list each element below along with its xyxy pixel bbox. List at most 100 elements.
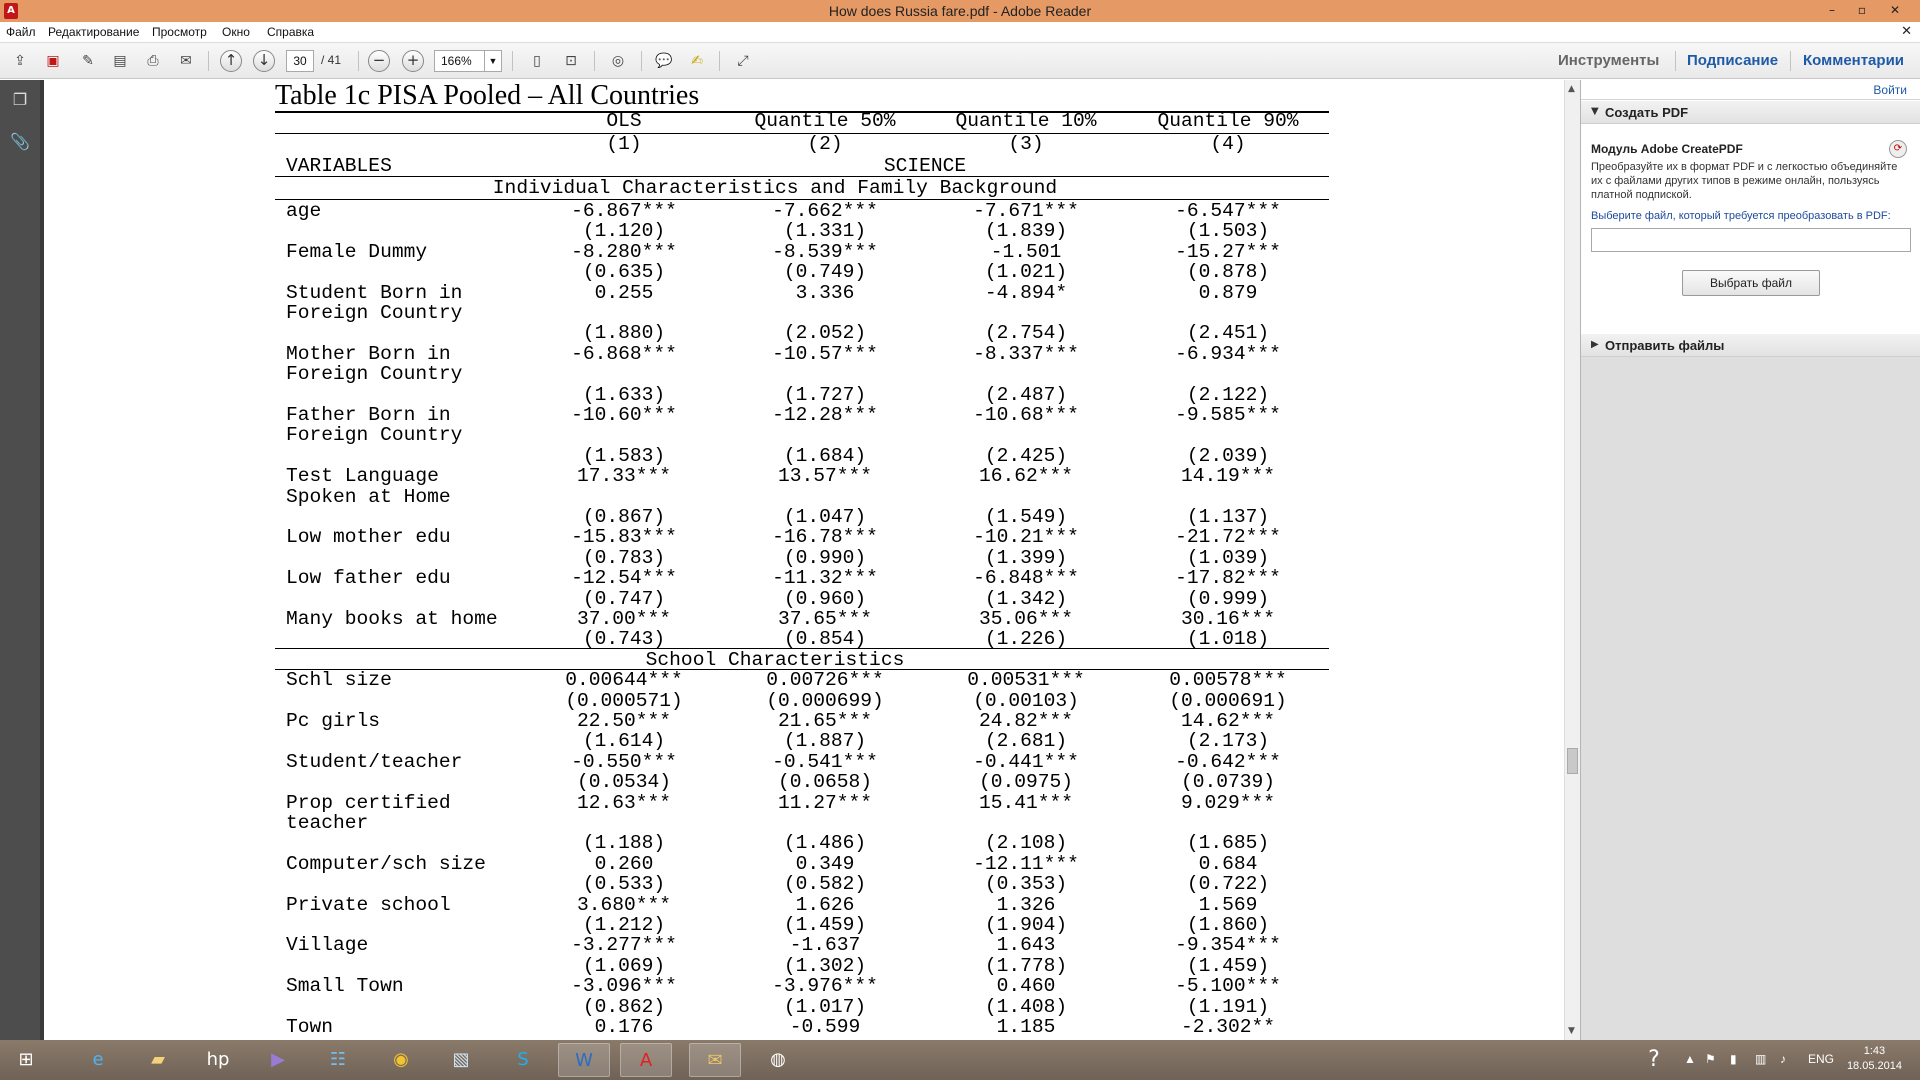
- coefficient: -0.441***: [973, 750, 1079, 773]
- tray-chevron-icon[interactable]: ▲: [1684, 1052, 1696, 1066]
- standard-error: (0.999): [1186, 587, 1270, 610]
- document-view[interactable]: Table 1c PISA Pooled – All Countries OLS…: [44, 80, 1564, 1040]
- variable-label: Foreign Country: [286, 302, 463, 324]
- coefficient: 15.41***: [978, 791, 1074, 814]
- create-pdf-header[interactable]: ▼ Создать PDF: [1581, 100, 1920, 124]
- scroll-down-icon[interactable]: ▼: [1568, 1026, 1575, 1036]
- standard-error: (0.862): [582, 995, 666, 1018]
- coefficient: 12.63***: [576, 791, 672, 814]
- minimize-button[interactable]: –: [1817, 0, 1847, 22]
- zoom-input[interactable]: 166%: [434, 50, 488, 72]
- flag-icon[interactable]: ⚑: [1705, 1052, 1716, 1066]
- help-icon[interactable]: ?: [1628, 1043, 1680, 1077]
- zoom-in-icon[interactable]: +: [402, 50, 424, 72]
- coefficient: -5.100***: [1175, 975, 1281, 998]
- comments-link[interactable]: Комментарии: [1803, 52, 1904, 69]
- file-explorer-icon[interactable]: ▰: [132, 1043, 184, 1077]
- window-titlebar: A How does Russia fare.pdf - Adobe Reade…: [0, 0, 1920, 22]
- start-icon[interactable]: ⊞: [0, 1043, 52, 1077]
- variable-label: teacher: [286, 812, 369, 834]
- column-header: Quantile 10%: [955, 110, 1097, 132]
- standard-error: (1.839): [984, 220, 1068, 243]
- variable-label: Town: [286, 1016, 334, 1038]
- comment-icon[interactable]: 💬: [653, 50, 675, 72]
- variable-label: Mother Born in: [286, 342, 451, 365]
- print-icon[interactable]: ⎙: [142, 50, 164, 72]
- fit-width-icon[interactable]: ⊡: [560, 50, 582, 72]
- sign-link[interactable]: Подписание: [1687, 52, 1778, 69]
- acrobat-cloud-icon: ⟳: [1889, 140, 1907, 158]
- standard-error: (1.459): [1186, 954, 1270, 977]
- hp-icon[interactable]: hp: [192, 1043, 244, 1077]
- coefficient: -6.934***: [1175, 342, 1281, 365]
- internet-explorer-icon[interactable]: e: [72, 1043, 124, 1077]
- network-app-icon[interactable]: ☷: [312, 1043, 364, 1077]
- menu-view[interactable]: Просмотр: [152, 25, 207, 39]
- language-indicator[interactable]: ENG: [1808, 1052, 1834, 1066]
- standard-error: (1.331): [783, 220, 867, 243]
- coefficient: -6.547***: [1175, 200, 1281, 222]
- standard-error: (1.039): [1186, 546, 1270, 569]
- tools-link[interactable]: Инструменты: [1558, 52, 1659, 69]
- column-header: Quantile 50%: [754, 110, 896, 132]
- standard-error: (2.681): [984, 730, 1068, 753]
- create-pdf-body: Модуль Adobe CreatePDF ⟳ Преобразуйте их…: [1581, 124, 1920, 333]
- pdf-icon[interactable]: ▣: [42, 50, 64, 72]
- word-icon[interactable]: W: [558, 1043, 610, 1077]
- globe-app-icon[interactable]: ◍: [752, 1043, 804, 1077]
- edit-icon[interactable]: ✎: [77, 50, 99, 72]
- attachments-icon[interactable]: 📎: [10, 132, 30, 154]
- file-path-input[interactable]: [1591, 228, 1911, 252]
- menu-window[interactable]: Окно: [222, 25, 250, 39]
- pages-icon[interactable]: ❐: [10, 90, 30, 112]
- standard-error: (1.017): [783, 995, 867, 1018]
- restore-button[interactable]: ▫: [1847, 0, 1877, 22]
- fullscreen-icon[interactable]: ⤢: [732, 50, 754, 72]
- zoom-dropdown-icon[interactable]: ▼: [484, 50, 502, 72]
- power-icon[interactable]: ▮: [1730, 1052, 1737, 1066]
- read-mode-icon[interactable]: ◎: [607, 50, 629, 72]
- page-down-icon[interactable]: ↓: [253, 50, 275, 72]
- clock[interactable]: 1:43 18.05.2014: [1847, 1044, 1902, 1074]
- close-document-icon[interactable]: ✕: [1901, 24, 1912, 39]
- create-icon[interactable]: ⇪: [9, 50, 31, 72]
- variable-label: Low mother edu: [286, 526, 451, 549]
- mail-app-icon[interactable]: ✉: [689, 1043, 741, 1077]
- standard-error: (0.000691): [1169, 689, 1287, 712]
- mail-icon[interactable]: ✉: [175, 50, 197, 72]
- send-files-header[interactable]: ▶ Отправить файлы: [1581, 333, 1920, 357]
- vertical-scrollbar[interactable]: ▲ ▼: [1564, 80, 1580, 1040]
- zoom-out-icon[interactable]: −: [368, 50, 390, 72]
- standard-error: (1.583): [582, 444, 666, 467]
- save-icon[interactable]: ▤: [109, 50, 131, 72]
- visual-studio-icon[interactable]: ▶: [252, 1043, 304, 1077]
- standard-error: (0.0658): [777, 771, 873, 794]
- scroll-thumb[interactable]: [1567, 748, 1578, 774]
- variable-label: Foreign Country: [286, 363, 463, 386]
- chrome-icon[interactable]: ◉: [375, 1043, 427, 1077]
- standard-error: (0.635): [582, 261, 666, 284]
- variable-label: Schl size: [286, 669, 392, 692]
- menu-file[interactable]: Файл: [6, 25, 36, 39]
- login-link[interactable]: Войти: [1873, 83, 1907, 97]
- coefficient: -17.82***: [1175, 567, 1281, 590]
- collapsed-triangle-icon: ▶: [1591, 339, 1599, 350]
- page-number-input[interactable]: 30: [286, 50, 314, 72]
- highlight-icon[interactable]: ✍: [686, 50, 708, 72]
- coefficient: 3.336: [795, 281, 855, 304]
- coefficient: 22.50***: [576, 710, 672, 732]
- coefficient: -0.642***: [1175, 750, 1281, 773]
- page-up-icon[interactable]: ↑: [220, 50, 242, 72]
- network-icon[interactable]: ▥: [1755, 1052, 1766, 1066]
- standard-error: (0.747): [582, 587, 666, 610]
- skype-icon[interactable]: S: [497, 1043, 549, 1077]
- fit-page-icon[interactable]: ▯: [526, 50, 548, 72]
- menu-help[interactable]: Справка: [267, 25, 314, 39]
- menu-edit[interactable]: Редактирование: [48, 25, 139, 39]
- scroll-up-icon[interactable]: ▲: [1568, 84, 1575, 94]
- adobe-reader-taskbar-icon[interactable]: A: [620, 1043, 672, 1077]
- select-file-button[interactable]: Выбрать файл: [1682, 270, 1820, 296]
- notes-icon[interactable]: ▧: [435, 1043, 487, 1077]
- close-button[interactable]: ✕: [1880, 0, 1910, 22]
- volume-icon[interactable]: ♪: [1780, 1052, 1786, 1066]
